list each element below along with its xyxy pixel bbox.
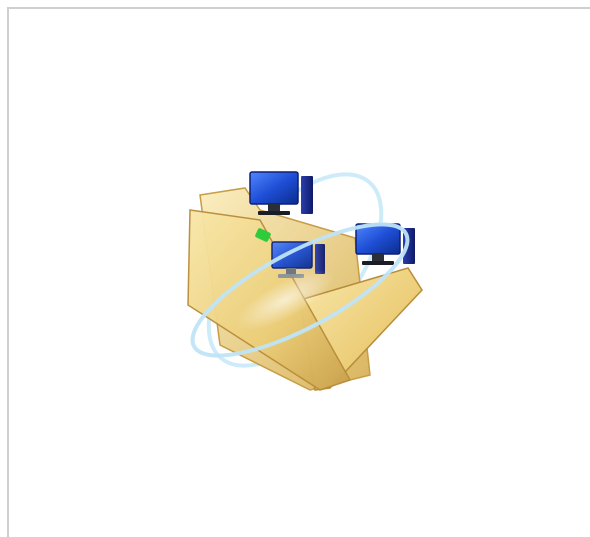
network-shared-folder-icon xyxy=(150,140,440,400)
image-preview-canvas xyxy=(0,0,590,537)
